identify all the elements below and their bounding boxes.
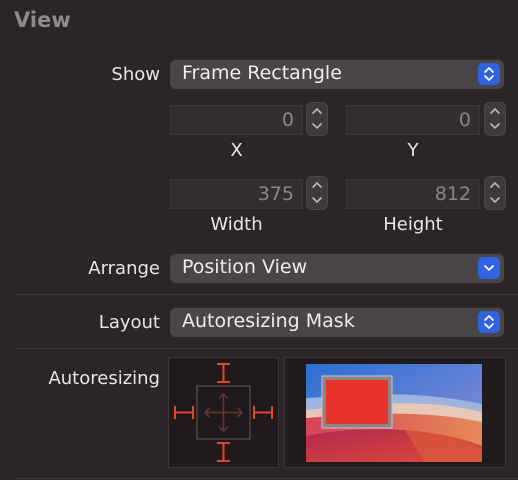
stepper-down-icon[interactable] [307, 119, 327, 135]
arrange-popup-value: Position View [182, 256, 308, 278]
height-caption: Height [383, 214, 443, 235]
y-caption: Y [407, 140, 419, 161]
height-field[interactable]: 812 [346, 179, 480, 209]
wallpaper-preview-image [306, 364, 482, 462]
arrange-popup-button[interactable]: Position View [170, 253, 504, 283]
preview-view-rect [326, 380, 388, 424]
show-popup-button[interactable]: Frame Rectangle [170, 59, 504, 89]
section-title: View [14, 8, 71, 32]
x-caption: X [230, 140, 243, 161]
updown-chevron-icon [478, 63, 500, 85]
layout-popup-button[interactable]: Autoresizing Mask [170, 307, 504, 337]
stepper-up-icon[interactable] [485, 177, 505, 193]
x-value: 0 [281, 109, 294, 131]
updown-chevron-icon [478, 311, 500, 333]
stepper-down-icon[interactable] [307, 193, 327, 209]
stepper-up-icon[interactable] [485, 103, 505, 119]
width-field[interactable]: 375 [170, 179, 303, 209]
x-stepper[interactable] [306, 102, 328, 136]
autoresizing-label: Autoresizing [48, 368, 160, 389]
stepper-down-icon[interactable] [485, 193, 505, 209]
y-stepper[interactable] [484, 102, 506, 136]
arrange-label: Arrange [88, 258, 160, 279]
layout-popup-value: Autoresizing Mask [182, 310, 355, 332]
show-label: Show [111, 64, 160, 85]
y-value: 0 [458, 109, 471, 131]
layout-label: Layout [98, 312, 160, 333]
height-stepper[interactable] [484, 176, 506, 210]
x-field[interactable]: 0 [170, 105, 303, 135]
height-value: 812 [434, 183, 471, 205]
show-popup-value: Frame Rectangle [182, 62, 342, 84]
width-value: 375 [257, 183, 294, 205]
autoresizing-mask-editor[interactable] [168, 357, 279, 468]
divider [16, 478, 518, 479]
stepper-up-icon[interactable] [307, 103, 327, 119]
width-stepper[interactable] [306, 176, 328, 210]
width-caption: Width [210, 214, 263, 235]
divider [16, 348, 518, 349]
internal-arrows-icon [203, 392, 244, 433]
y-field[interactable]: 0 [346, 105, 480, 135]
stepper-down-icon[interactable] [485, 119, 505, 135]
chevron-down-icon [478, 257, 500, 279]
divider [16, 294, 518, 295]
autoresizing-preview [284, 357, 506, 468]
stepper-up-icon[interactable] [307, 177, 327, 193]
